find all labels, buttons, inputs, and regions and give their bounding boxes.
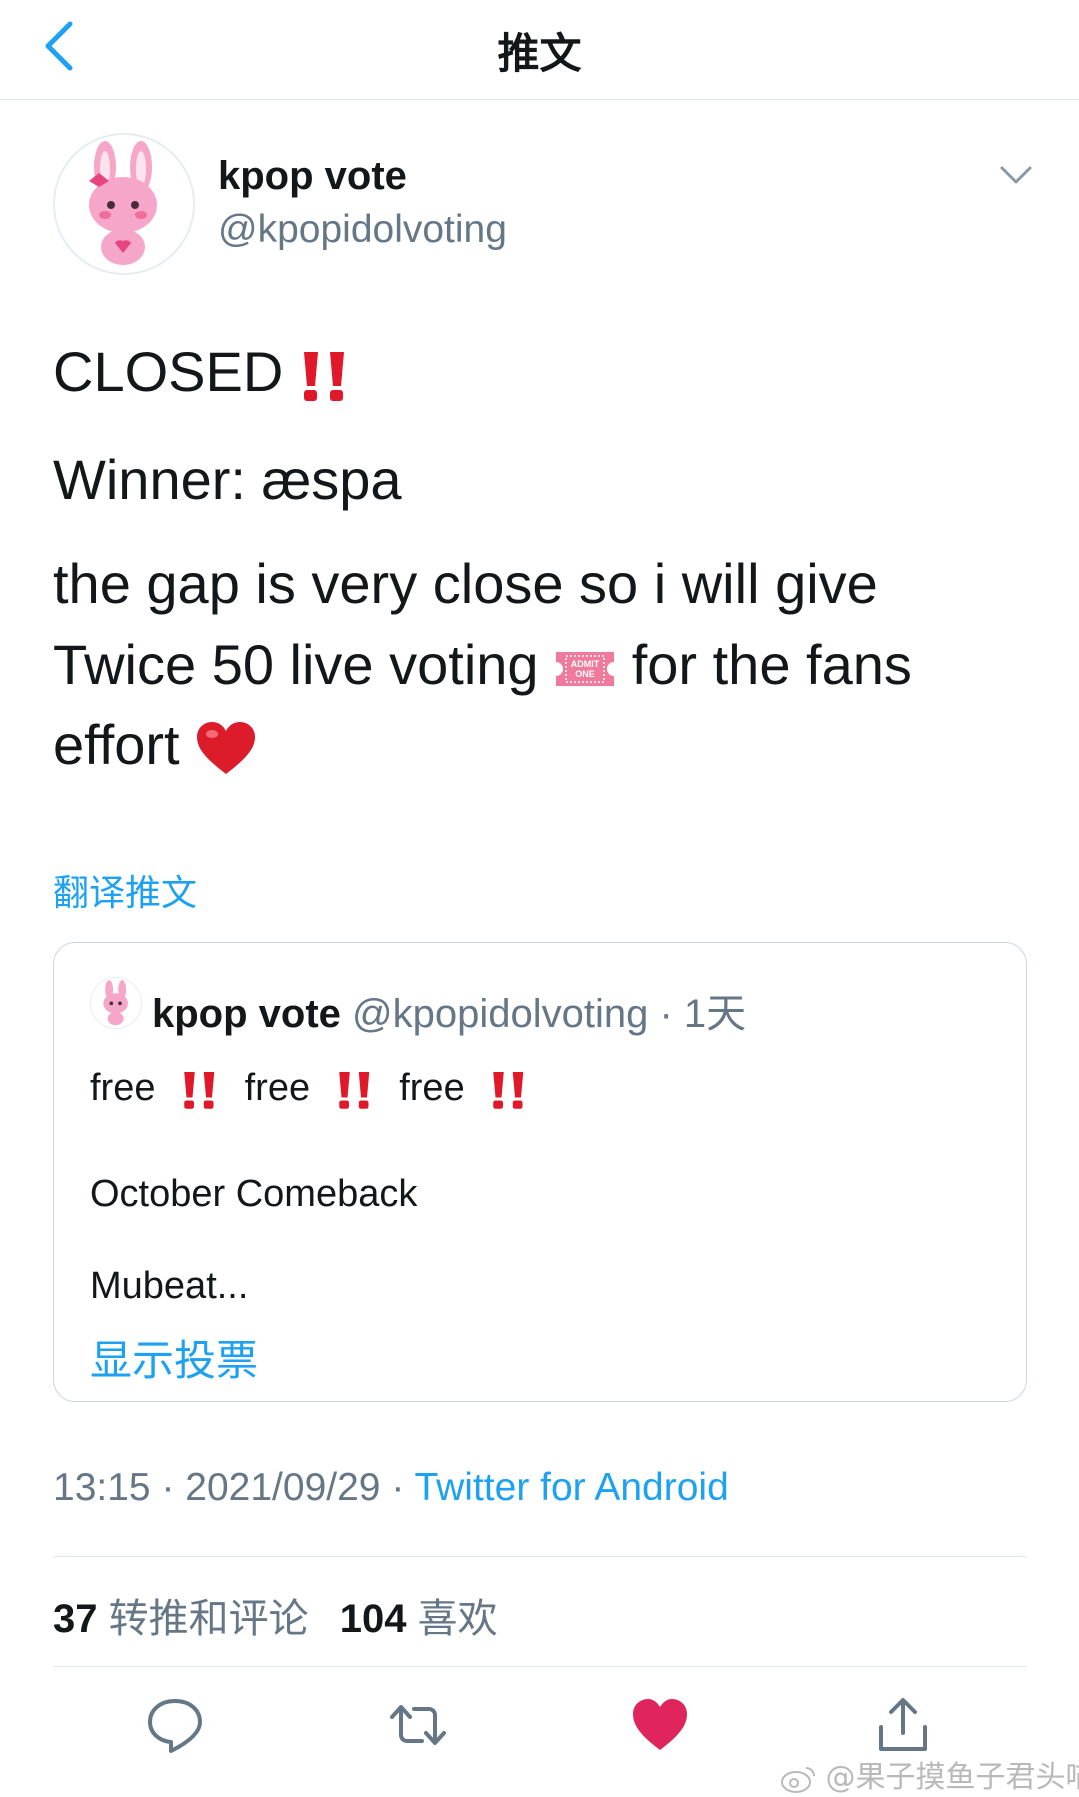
retweet-button[interactable] <box>388 1695 448 1755</box>
separator: · <box>150 1466 186 1509</box>
share-button[interactable] <box>873 1695 933 1755</box>
double-exclamation-icon <box>303 352 344 402</box>
tweet-options-button[interactable] <box>996 160 1036 190</box>
tweet-text-effort: effort <box>53 713 180 776</box>
tweet-text-gap: the gap is very close so i will give <box>53 552 878 615</box>
likes-stat[interactable]: 104 喜欢 <box>339 1596 518 1642</box>
tweet-time: 13:15 <box>53 1466 151 1509</box>
double-exclamation-icon <box>493 1071 524 1109</box>
top-bar: 推文 <box>0 0 1079 100</box>
watermark-text: @果子摸鱼子君头喵 <box>825 1760 1079 1795</box>
quoted-free-word: free <box>399 1067 465 1109</box>
divider <box>53 1556 1027 1557</box>
like-button[interactable] <box>630 1695 690 1755</box>
tweet-text-closed: CLOSED <box>53 340 284 403</box>
author-display-name[interactable]: kpop vote <box>218 154 407 199</box>
ticket-icon: ADMIT ONE <box>556 652 615 687</box>
quoted-text-october: October Comeback <box>90 1173 418 1215</box>
likes-label: 喜欢 <box>417 1596 498 1642</box>
quoted-display-name: kpop vote <box>152 992 341 1036</box>
tweet-text-winner: Winner: æspa <box>53 448 402 511</box>
share-icon <box>879 1698 927 1751</box>
likes-count: 104 <box>339 1597 407 1641</box>
avatar[interactable] <box>53 133 195 275</box>
quoted-free-word: free <box>90 1067 156 1109</box>
retweets-stat[interactable]: 37 转推和评论 <box>53 1596 329 1642</box>
quoted-free-word: free <box>244 1067 311 1109</box>
author-handle[interactable]: @kpopidolvoting <box>218 208 507 252</box>
tweet-text-line: the gap is very close so i will give <box>53 552 878 616</box>
tweet-source-link[interactable]: Twitter for Android <box>414 1466 728 1509</box>
quoted-handle-time: @kpopidolvoting · 1天 <box>352 992 747 1036</box>
double-exclamation-icon <box>184 1071 215 1109</box>
show-poll-link[interactable]: 显示投票 <box>90 1327 258 1388</box>
bunny-avatar-icon <box>89 141 157 265</box>
quoted-header: kpop vote @kpopidolvoting · 1天 <box>152 981 746 1039</box>
tweet-text-line: Winner: æspa <box>53 448 402 512</box>
quoted-tweet-card[interactable]: kpop vote @kpopidolvoting · 1天 free free… <box>53 942 1027 1402</box>
watermark: @果子摸鱼子君头喵 <box>780 1752 1079 1796</box>
page-title: 推文 <box>497 29 582 78</box>
weibo-icon <box>781 1766 815 1793</box>
tweet-text-line: Twice 50 live voting ADMIT ONE for the f… <box>53 633 912 697</box>
retweets-count: 37 <box>53 1597 98 1641</box>
chevron-down-icon <box>1000 166 1032 184</box>
ticket-text-admit: ADMIT <box>571 659 600 669</box>
tweet-text-twice: Twice 50 live voting <box>53 633 539 696</box>
ticket-text-one: ONE <box>575 669 595 679</box>
tweet-stats: 37 转推和评论 104 喜欢 <box>53 1586 518 1644</box>
reply-button[interactable] <box>145 1695 205 1755</box>
retweets-label: 转推和评论 <box>108 1596 309 1642</box>
reply-icon <box>148 1699 202 1753</box>
tweet-timestamp: 13:15 · 2021/09/29 · Twitter for Android <box>53 1466 729 1510</box>
heart-icon <box>633 1699 687 1750</box>
red-heart-icon <box>197 722 256 775</box>
separator: · <box>380 1466 415 1509</box>
retweet-icon <box>390 1705 446 1745</box>
divider <box>53 1666 1027 1667</box>
tweet-text-line: CLOSED <box>53 340 351 404</box>
bunny-avatar-icon <box>103 980 128 1026</box>
translate-tweet-link[interactable]: 翻译推文 <box>53 864 197 916</box>
tweet-text-fans: for the fans <box>631 633 912 696</box>
double-exclamation-icon <box>338 1071 369 1109</box>
quoted-text-line: free free free <box>90 1067 543 1111</box>
quoted-avatar <box>90 977 142 1029</box>
tweet-date: 2021/09/29 <box>185 1466 381 1509</box>
quoted-text-mubeat: Mubeat... <box>90 1265 249 1307</box>
tweet-text-line: effort <box>53 713 257 778</box>
